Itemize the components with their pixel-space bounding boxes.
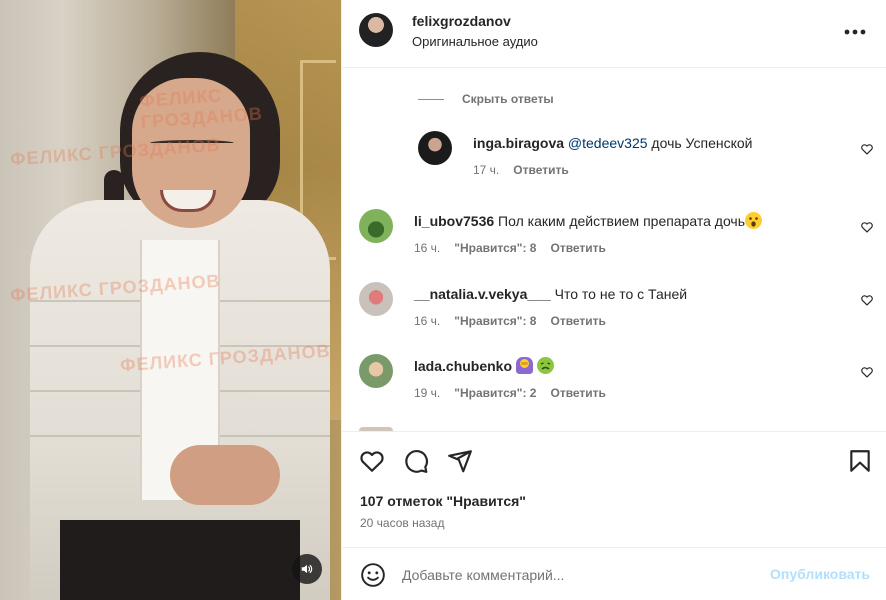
post-modal: ФЕЛИКС ГРОЗДАНОВ ФЕЛИКС ГРОЗДАНОВ ФЕЛИКС… — [0, 0, 886, 600]
like-heart-icon[interactable] — [359, 448, 385, 474]
comment-time[interactable]: 17 ч. — [473, 163, 499, 177]
reply-button[interactable]: Ответить — [550, 314, 605, 328]
commenter-avatar[interactable] — [359, 282, 393, 316]
speaker-icon — [301, 564, 313, 574]
post-video[interactable]: ФЕЛИКС ГРОЗДАНОВ ФЕЛИКС ГРОЗДАНОВ ФЕЛИКС… — [0, 0, 341, 600]
like-comment-heart-icon[interactable] — [860, 365, 874, 379]
comment-text: Пол каким действием препарата дочь — [498, 213, 746, 229]
comment-likes[interactable]: "Нравится": 8 — [454, 241, 536, 255]
emoji-smiley-icon[interactable] — [360, 562, 386, 588]
comment-likes[interactable]: "Нравится": 8 — [454, 314, 536, 328]
comment-username[interactable]: li_ubov7536 — [414, 213, 494, 229]
comment-item: __natalia.v.vekya___ Что то не то с Тане… — [342, 279, 886, 339]
comment-item: li_ubov7536 Пол каким действием препарат… — [342, 206, 886, 266]
like-comment-heart-icon[interactable] — [860, 220, 874, 234]
more-horizontal-icon — [844, 29, 866, 35]
post-actions: 107 отметок "Нравится" 20 часов назад — [342, 431, 886, 547]
comment-item: lada.chubenko 19 ч. "Нравится": 2 Ответи… — [342, 351, 886, 411]
post-details-panel: felixgrozdanov Оригинальное аудио Скрыть… — [341, 0, 886, 600]
comment-text: дочь Успенской — [651, 135, 753, 151]
comment-reply: inga.biragova @tedeev325 дочь Успенской … — [342, 128, 886, 188]
hide-replies-button[interactable]: Скрыть ответы — [418, 91, 554, 107]
comment-username[interactable]: lada.chubenko — [414, 358, 512, 374]
author-username[interactable]: felixgrozdanov — [412, 13, 511, 29]
comment-text: Что то не то с Таней — [554, 286, 688, 302]
like-comment-heart-icon[interactable] — [860, 293, 874, 307]
post-timestamp[interactable]: 20 часов назад — [360, 516, 444, 530]
likes-count[interactable]: 107 отметок "Нравится" — [360, 493, 526, 509]
comment-username[interactable]: __natalia.v.vekya___ — [414, 286, 551, 302]
audio-label[interactable]: Оригинальное аудио — [412, 34, 538, 49]
comment-bubble-icon[interactable] — [403, 448, 429, 474]
comment-time[interactable]: 16 ч. — [414, 241, 440, 255]
publish-button[interactable]: Опубликовать — [770, 566, 870, 582]
comment-likes[interactable]: "Нравится": 2 — [454, 386, 536, 400]
comment-mention[interactable]: @tedeev325 — [568, 135, 648, 151]
reply-button[interactable]: Ответить — [550, 241, 605, 255]
comment-username[interactable]: inga.biragova — [473, 135, 564, 151]
sound-toggle-button[interactable] — [292, 554, 322, 584]
comment-time[interactable]: 19 ч. — [414, 386, 440, 400]
more-options-button[interactable] — [843, 20, 867, 44]
comment-time[interactable]: 16 ч. — [414, 314, 440, 328]
commenter-avatar[interactable] — [359, 354, 393, 388]
astonished-face-icon — [745, 212, 763, 229]
share-send-icon[interactable] — [447, 448, 473, 474]
nauseated-face-icon — [536, 357, 554, 374]
comment-composer: Опубликовать — [342, 547, 886, 600]
author-avatar[interactable] — [359, 13, 393, 47]
commenter-avatar[interactable] — [359, 209, 393, 243]
reply-button[interactable]: Ответить — [513, 163, 568, 177]
reply-button[interactable]: Ответить — [550, 386, 605, 400]
person-facepalming-icon — [515, 357, 533, 374]
commenter-avatar[interactable] — [418, 131, 452, 165]
like-comment-heart-icon[interactable] — [860, 142, 874, 156]
comment-input[interactable] — [402, 563, 752, 587]
post-header: felixgrozdanov Оригинальное аудио — [342, 0, 886, 68]
bookmark-save-icon[interactable] — [847, 448, 873, 474]
replies-divider — [418, 98, 444, 100]
